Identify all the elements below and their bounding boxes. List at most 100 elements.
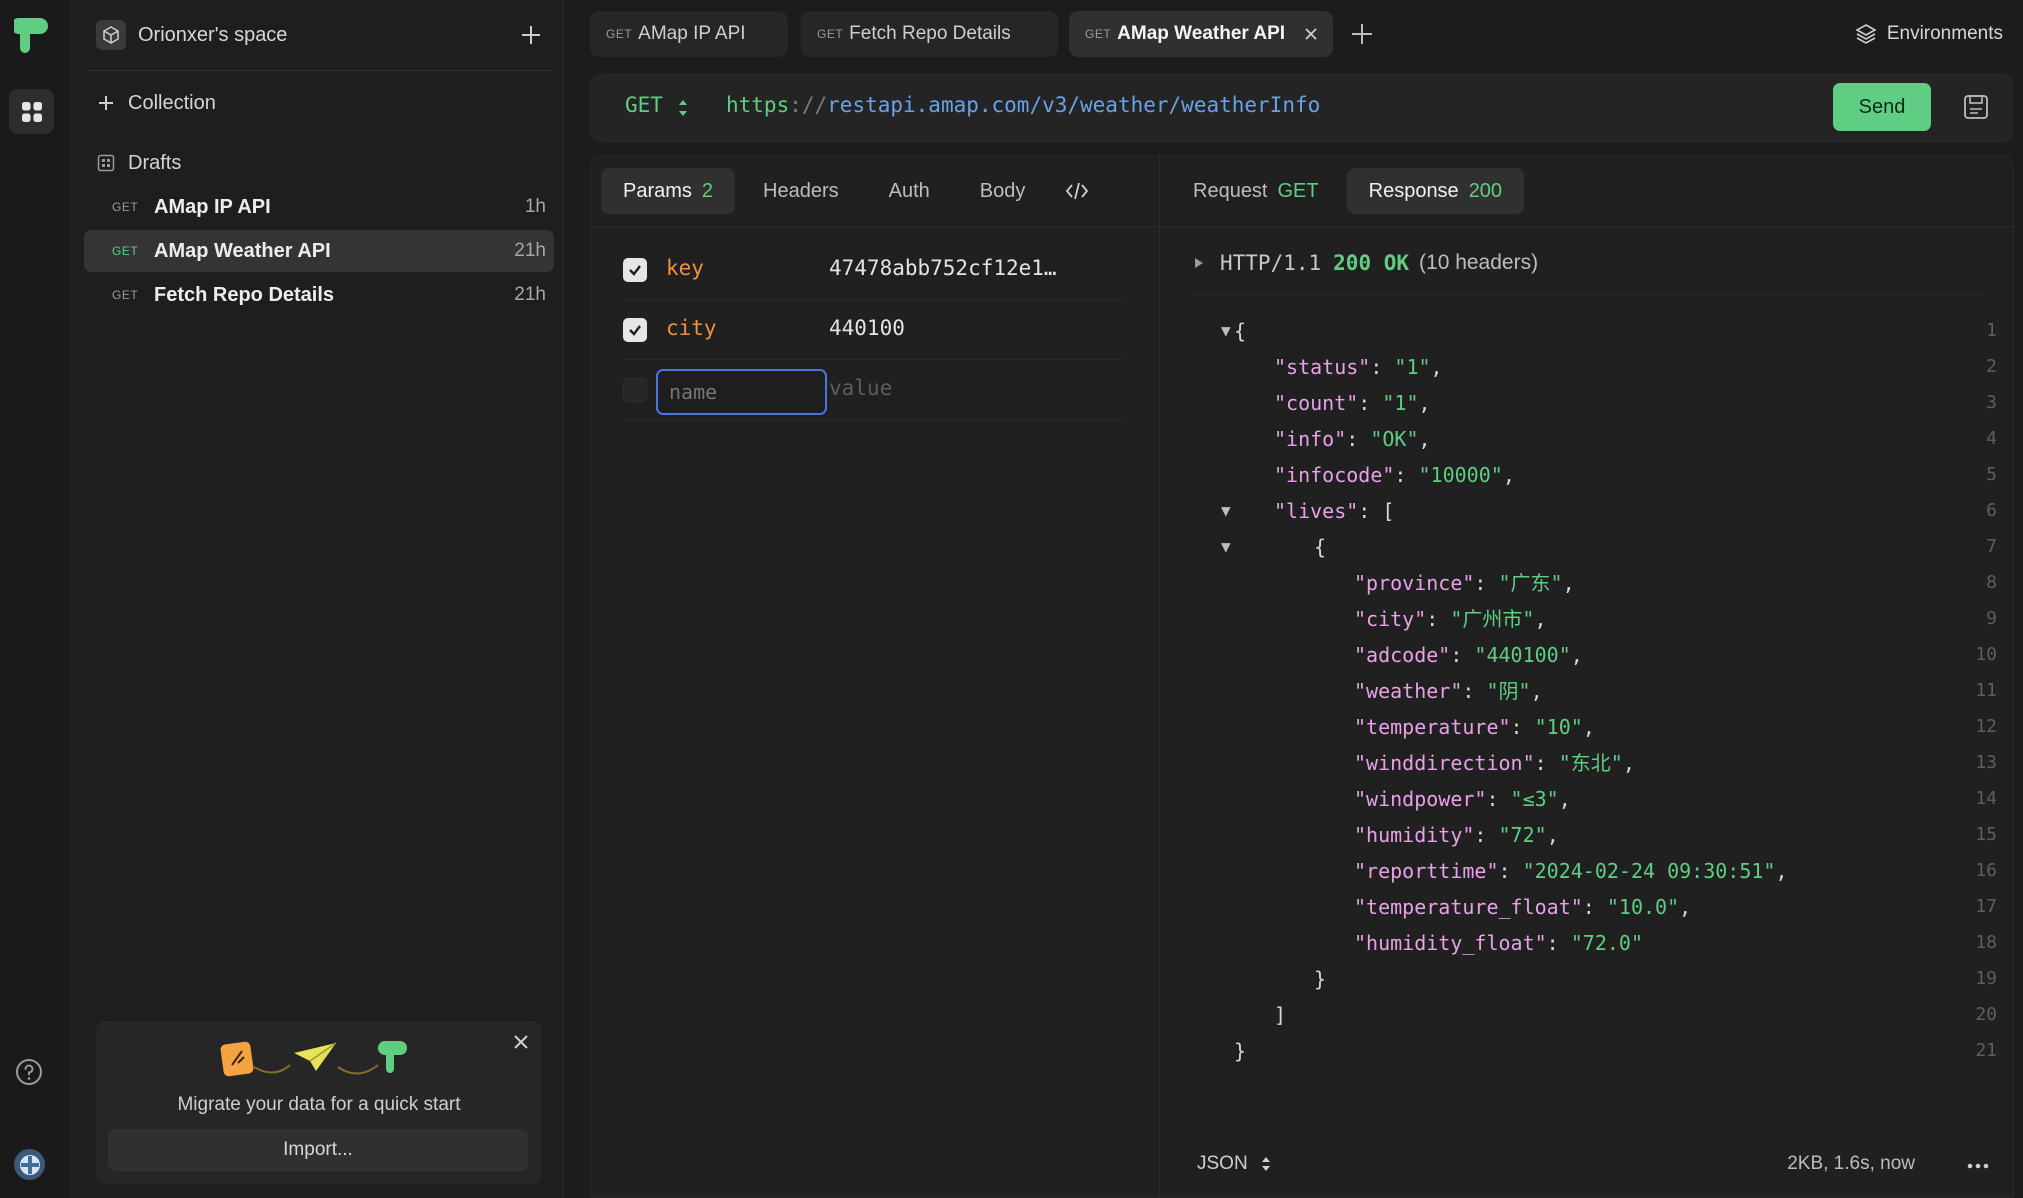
workspace-switcher[interactable]: Orionxer's space — [84, 14, 554, 56]
new-tab-icon[interactable] — [1348, 20, 1376, 48]
url-input[interactable]: https://restapi.amap.com/v3/weather/weat… — [726, 93, 1320, 117]
tab-amap-ip-api[interactable]: GET AMap IP API — [590, 11, 788, 57]
code-icon — [1066, 182, 1089, 200]
send-button[interactable]: Send — [1833, 83, 1931, 131]
code-line: "temperature_float": "10.0", 17 — [1161, 889, 2015, 925]
param-key[interactable]: key — [666, 256, 704, 280]
param-name-input[interactable] — [656, 369, 827, 415]
line-number: 10 — [1975, 644, 1997, 665]
code-line: "info": "OK", 4 — [1161, 421, 2015, 457]
json-token: "temperature" — [1354, 715, 1511, 739]
line-number: 8 — [1986, 572, 1997, 593]
tab-amap-weather-api[interactable]: GET AMap Weather API — [1069, 11, 1333, 57]
code-line: "windpower": "≤3", 14 — [1161, 781, 2015, 817]
close-tab-icon[interactable] — [1301, 24, 1321, 44]
tab-auth[interactable]: Auth — [867, 168, 952, 214]
json-token: "阴" — [1486, 679, 1531, 703]
param-enabled-checkbox[interactable] — [623, 378, 647, 402]
json-token: "10" — [1534, 715, 1583, 739]
json-token: "10000" — [1418, 463, 1503, 487]
line-number: 12 — [1975, 716, 1997, 737]
json-token: , — [1418, 391, 1431, 415]
json-token: : — [1534, 751, 1559, 775]
param-enabled-checkbox[interactable] — [623, 258, 647, 282]
drafts-folder[interactable]: Drafts — [84, 142, 554, 184]
tab-body[interactable]: Body — [958, 168, 1048, 214]
json-token: , — [1622, 751, 1635, 775]
url-host: restapi.amap.com — [827, 93, 1030, 117]
tab-method: GET — [606, 27, 633, 41]
sidebar-request-item[interactable]: GET Fetch Repo Details 21h — [84, 274, 554, 316]
json-token: "广州市" — [1450, 607, 1535, 631]
json-token: , — [1418, 427, 1431, 451]
sidebar-request-item-active[interactable]: GET AMap Weather API 21h — [84, 230, 554, 272]
method-select[interactable]: GET — [625, 93, 663, 117]
code-text: "weather": "阴", — [1354, 673, 1543, 709]
more-options-icon[interactable] — [1965, 1155, 1991, 1177]
json-token: "adcode" — [1354, 643, 1451, 667]
line-number: 4 — [1986, 428, 1997, 449]
collections-nav-button[interactable] — [9, 89, 54, 134]
json-token: "info" — [1274, 427, 1347, 451]
code-line: ▼ {7 — [1161, 529, 2015, 565]
response-headers-toggle[interactable]: HTTP/1.1 200 OK (10 headers) — [1192, 251, 1538, 275]
line-number: 14 — [1975, 788, 1997, 809]
line-number: 1 — [1986, 320, 1997, 341]
format-select[interactable]: JSON — [1197, 1153, 1271, 1175]
add-icon[interactable] — [516, 20, 546, 50]
drafts-icon — [92, 149, 120, 177]
param-value-input[interactable]: value — [829, 376, 892, 400]
json-token: : — [1474, 571, 1499, 595]
fold-toggle-icon[interactable]: ▼ — [1221, 493, 1235, 529]
tab-request[interactable]: Request GET — [1171, 168, 1341, 214]
headers-count: (10 headers) — [1419, 251, 1539, 274]
http-version: HTTP/1.1 — [1220, 251, 1322, 275]
json-token: { — [1234, 319, 1247, 343]
code-text: } — [1234, 1033, 1246, 1069]
param-value[interactable]: 440100 — [829, 316, 905, 340]
json-token: : — [1394, 463, 1419, 487]
import-button[interactable]: Import... — [108, 1129, 528, 1171]
tab-headers[interactable]: Headers — [741, 168, 861, 214]
code-text: "temperature": "10", — [1354, 709, 1595, 745]
code-text: "count": "1", — [1274, 385, 1431, 421]
line-number: 5 — [1986, 464, 1997, 485]
collection-label: Collection — [128, 91, 216, 114]
user-avatar[interactable] — [14, 1149, 45, 1180]
param-enabled-checkbox[interactable] — [623, 318, 647, 342]
param-key[interactable]: city — [666, 316, 717, 340]
request-method: GET — [112, 288, 139, 302]
code-line: "city": "广州市", 9 — [1161, 601, 2015, 637]
response-pane: Request GET Response 200 HTTP/1.1 200 OK… — [1161, 156, 2015, 1198]
help-icon[interactable] — [14, 1057, 44, 1087]
tab-fetch-repo-details[interactable]: GET Fetch Repo Details — [801, 11, 1058, 57]
code-text: "adcode": "440100", — [1354, 637, 1583, 673]
code-text: "humidity_float": "72.0" — [1354, 925, 1643, 961]
fold-toggle-icon[interactable]: ▼ — [1221, 313, 1235, 349]
json-token: , — [1582, 715, 1595, 739]
param-row-new: value — [623, 360, 1123, 420]
json-token: } — [1234, 1039, 1247, 1063]
sidebar-request-item[interactable]: GET AMap IP API 1h — [84, 186, 554, 228]
json-token: } — [1314, 967, 1327, 991]
fold-toggle-icon[interactable]: ▼ — [1221, 529, 1235, 565]
json-token: , — [1679, 895, 1692, 919]
code-line: } 19 — [1161, 961, 2015, 997]
environments-button[interactable]: Environments — [1855, 18, 2003, 50]
url-protocol: https — [726, 93, 790, 117]
json-token: , — [1546, 823, 1559, 847]
json-token: "winddirection" — [1354, 751, 1535, 775]
tab-response[interactable]: Response 200 — [1346, 168, 1525, 214]
new-collection-button[interactable]: Collection — [84, 82, 554, 124]
save-icon[interactable] — [1962, 93, 1990, 121]
response-divider — [1193, 294, 1983, 295]
chevron-updown-icon[interactable] — [677, 97, 689, 119]
json-token: "1" — [1394, 355, 1431, 379]
app-logo-icon — [14, 18, 48, 53]
close-icon[interactable] — [510, 1031, 532, 1053]
json-token: , — [1558, 787, 1571, 811]
tab-code[interactable] — [1053, 168, 1101, 214]
code-text: "lives": [ — [1274, 493, 1394, 529]
param-value[interactable]: 47478abb752cf12e1… — [829, 256, 1057, 280]
tab-params[interactable]: Params 2 — [601, 168, 736, 214]
